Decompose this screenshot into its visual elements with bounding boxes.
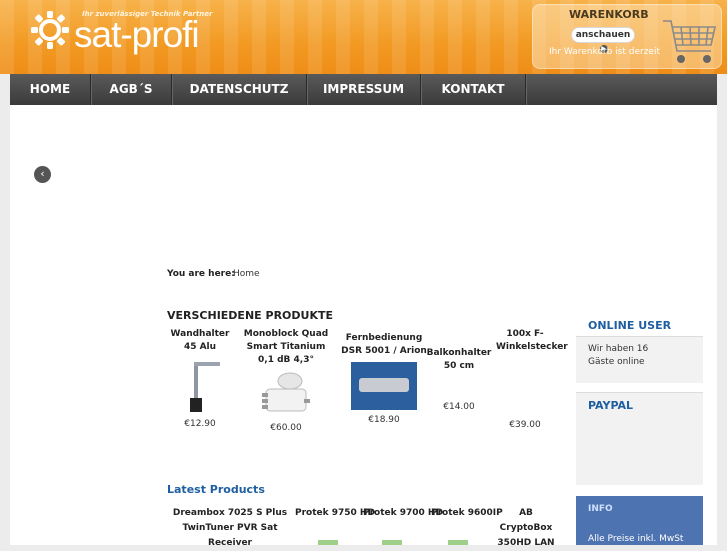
remote-control-image [351, 362, 417, 410]
breadcrumb-label: You are here: [167, 269, 235, 279]
lnb-image [262, 372, 310, 412]
view-cart-button[interactable]: anschauen▶ [571, 27, 635, 53]
product-name[interactable]: 100x F-Winkelstecker [496, 328, 568, 354]
gear-logo-icon [31, 11, 69, 49]
online-users-title: ONLINE USER [588, 319, 672, 332]
info-text: Alle Preise inkl. MwSt [588, 534, 684, 544]
remote-body [359, 378, 409, 392]
product-card[interactable]: Monoblock Quad Smart Titanium 0,1 dB 4,3… [238, 328, 334, 440]
latest-product-item[interactable]: Dreambox 7025 S Plus TwinTuner PVR Sat R… [166, 506, 294, 551]
latest-products-title: Latest Products [167, 483, 265, 496]
nav-datenschutz[interactable]: DATENSCHUTZ [172, 74, 307, 105]
view-cart-label: anschauen [575, 30, 631, 40]
latest-product-item[interactable]: AB CryptoBox 350HD LAN [494, 506, 558, 551]
nav-kontakt[interactable]: KONTAKT [421, 74, 526, 105]
shopping-cart-icon [663, 20, 716, 63]
product-price: €12.90 [184, 419, 216, 429]
cart-title: WARENKORB [569, 8, 649, 21]
nav-agb[interactable]: AGB´S [91, 74, 172, 105]
latest-image-stub [382, 540, 402, 545]
latest-image-stub [318, 540, 338, 545]
slider-prev-icon[interactable]: ‹ [34, 166, 51, 183]
product-name[interactable]: Fernbedienung DSR 5001 / Arion [340, 332, 428, 358]
product-price: €14.00 [443, 402, 475, 412]
breadcrumb-home[interactable]: Home [233, 269, 260, 279]
product-card[interactable]: 100x F-Winkelstecker €39.00 [496, 328, 568, 438]
online-users-line: Gäste online [588, 357, 645, 367]
product-name[interactable]: Wandhalter 45 Alu [166, 328, 234, 354]
online-users-line: Wir haben 16 [588, 344, 649, 354]
info-title: INFO [588, 504, 613, 514]
cart-panel: WARENKORB anschauen▶ Ihr Warenkorb ist d… [532, 4, 722, 69]
product-price: €18.90 [368, 415, 400, 425]
latest-product-item[interactable]: Protek 9750 HD [295, 506, 375, 521]
product-price: €60.00 [270, 423, 302, 433]
product-name[interactable]: Monoblock Quad Smart Titanium 0,1 dB 4,3… [238, 328, 334, 367]
product-card[interactable]: Fernbedienung DSR 5001 / Arion €18.90 [340, 332, 428, 432]
nav-impressum[interactable]: IMPRESSUM [307, 74, 421, 105]
nav-home[interactable]: HOME [10, 74, 91, 105]
latest-image-stub [448, 540, 468, 545]
products-title: VERSCHIEDENE PRODUKTE [167, 309, 333, 322]
product-name[interactable]: Balkonhalter 50 cm [425, 347, 493, 373]
paypal-title: PAYPAL [588, 399, 634, 412]
cart-status: Ihr Warenkorb ist derzeit leer. [549, 47, 663, 57]
product-card[interactable]: Wandhalter 45 Alu €12.90 [166, 328, 234, 438]
latest-product-item[interactable]: Protek 9600IP [431, 506, 503, 521]
site-logo[interactable]: sat-profi [74, 14, 200, 56]
product-price: €39.00 [509, 420, 541, 430]
latest-product-item[interactable]: Protek 9700 HD [363, 506, 443, 521]
site-header: Ihr zuverlässiger Technik Partner sat-pr… [0, 0, 727, 74]
product-card[interactable]: Balkonhalter 50 cm €14.00 [425, 347, 493, 437]
wall-mount-image [190, 362, 220, 412]
main-nav: HOME AGB´S DATENSCHUTZ IMPRESSUM KONTAKT [10, 74, 717, 105]
